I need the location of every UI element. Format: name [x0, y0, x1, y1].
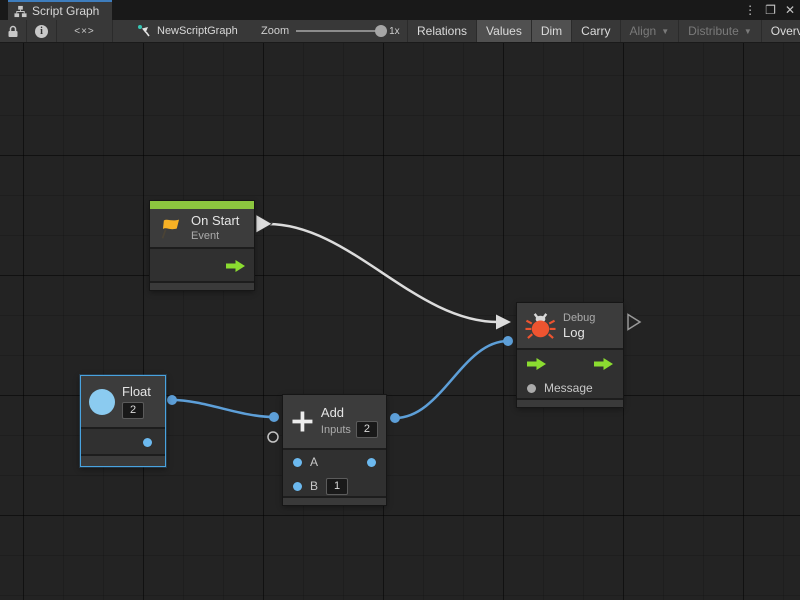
- port-b-value-field[interactable]: 1: [326, 478, 348, 495]
- graph-name: NewScriptGraph: [157, 25, 238, 37]
- node-footer: [81, 454, 165, 466]
- wires-layer: [0, 43, 800, 600]
- value-output-port[interactable]: [143, 438, 152, 447]
- tab-title: Script Graph: [32, 4, 99, 18]
- port-a-label: A: [310, 455, 318, 469]
- lock-button[interactable]: [0, 20, 27, 42]
- port-b-label: B: [310, 479, 318, 493]
- graph-canvas[interactable]: On Start Event Float 2: [0, 43, 800, 600]
- event-accent-bar: [150, 201, 254, 209]
- float-value-field[interactable]: 2: [122, 402, 144, 419]
- value-wire-add-to-log[interactable]: [395, 341, 508, 418]
- node-ports: [81, 427, 165, 454]
- bug-icon: [525, 310, 556, 341]
- input-port-a[interactable]: [293, 458, 302, 467]
- menu-icon[interactable]: ⋮: [744, 0, 756, 20]
- info-icon: i: [35, 25, 48, 38]
- zoom-label: Zoom: [261, 25, 289, 37]
- graph-name-group[interactable]: NewScriptGraph: [113, 20, 261, 42]
- unconnected-flow-triangle[interactable]: [628, 315, 640, 330]
- close-icon[interactable]: ✕: [785, 0, 795, 20]
- flow-input-port[interactable]: [527, 358, 546, 370]
- values-button[interactable]: Values: [477, 20, 532, 42]
- wire-endpoint-dot[interactable]: [167, 395, 177, 405]
- chevron-down-icon: ▼: [744, 27, 752, 36]
- graph-pointer-icon: [137, 24, 151, 38]
- zoom-value: 1x: [389, 26, 400, 37]
- node-header[interactable]: On Start Event: [150, 209, 254, 247]
- title-bar: Script Graph ⋮ ❐ ✕: [0, 0, 800, 20]
- node-surtitle: Debug: [563, 311, 595, 325]
- node-ports: Message: [517, 348, 623, 398]
- graph-hierarchy-icon: [14, 5, 27, 18]
- distribute-dropdown[interactable]: Distribute ▼: [679, 20, 762, 42]
- carry-button[interactable]: Carry: [572, 20, 620, 42]
- node-title: Log: [563, 325, 595, 341]
- node-ports: A B 1: [283, 448, 386, 496]
- message-label: Message: [544, 381, 593, 395]
- relations-label: Relations: [417, 24, 467, 38]
- overview-label: Overview: [771, 24, 800, 38]
- flow-wire-end-arrow-icon[interactable]: [496, 315, 511, 330]
- relations-button[interactable]: Relations: [408, 20, 477, 42]
- node-header[interactable]: Add Inputs 2: [283, 395, 386, 448]
- maximize-icon[interactable]: ❐: [765, 0, 776, 20]
- node-add[interactable]: Add Inputs 2 A B 1: [283, 395, 386, 505]
- dim-button[interactable]: Dim: [532, 20, 572, 42]
- dim-label: Dim: [541, 24, 562, 38]
- flow-output-port[interactable]: [594, 358, 613, 370]
- chevron-down-icon: ▼: [661, 27, 669, 36]
- wire-endpoint-dot[interactable]: [269, 412, 279, 422]
- float-type-icon: [89, 389, 115, 415]
- node-header[interactable]: Float 2: [81, 376, 165, 427]
- wire-endpoint-dot[interactable]: [503, 336, 513, 346]
- node-ports: [150, 247, 254, 281]
- align-label: Align: [630, 24, 657, 38]
- script-graph-window: Script Graph ⋮ ❐ ✕ i <×> NewScr: [0, 0, 800, 600]
- node-footer: [150, 281, 254, 290]
- carry-label: Carry: [581, 24, 610, 38]
- code-icon: <×>: [74, 26, 95, 37]
- flag-icon: [158, 216, 184, 241]
- inputs-label: Inputs: [321, 423, 351, 437]
- overview-button[interactable]: Overview: [762, 20, 800, 42]
- lock-icon: [7, 25, 19, 38]
- zoom-slider[interactable]: [296, 30, 382, 32]
- info-button[interactable]: i: [27, 20, 57, 42]
- flow-row: [517, 352, 623, 376]
- unconnected-port-circle[interactable]: [268, 432, 278, 442]
- input-port-b[interactable]: [293, 482, 302, 491]
- toolbar-buttons: Relations Values Dim Carry Align ▼ Distri…: [408, 20, 800, 42]
- code-view-button[interactable]: <×>: [57, 20, 113, 42]
- node-title: Add: [321, 405, 378, 421]
- node-title: On Start: [191, 213, 239, 229]
- align-dropdown[interactable]: Align ▼: [621, 20, 680, 42]
- inputs-count-field[interactable]: 2: [356, 421, 378, 438]
- node-float[interactable]: Float 2: [80, 375, 166, 467]
- distribute-label: Distribute: [688, 24, 739, 38]
- window-controls: ⋮ ❐ ✕: [744, 0, 795, 20]
- node-subtitle: Event: [191, 229, 239, 243]
- values-label: Values: [486, 24, 522, 38]
- zoom-control: Zoom 1x: [261, 20, 408, 42]
- value-wire-float-to-add[interactable]: [172, 400, 274, 417]
- plus-icon: [291, 407, 314, 436]
- flow-wire-onstart-to-log[interactable]: [268, 224, 498, 322]
- tab-script-graph[interactable]: Script Graph: [8, 0, 112, 20]
- flow-wire-start-arrow-icon[interactable]: [256, 215, 272, 234]
- graph-toolbar: i <×> NewScriptGraph Zoom 1x Relations V…: [0, 20, 800, 43]
- message-row: Message: [517, 376, 623, 400]
- flow-output-port[interactable]: [226, 260, 245, 272]
- sum-output-port[interactable]: [367, 458, 376, 467]
- wire-endpoint-dot[interactable]: [390, 413, 400, 423]
- port-row-a: A: [283, 450, 386, 474]
- node-header[interactable]: Debug Log: [517, 303, 623, 348]
- node-title: Float: [122, 384, 151, 400]
- node-on-start[interactable]: On Start Event: [150, 201, 254, 290]
- zoom-slider-handle[interactable]: [375, 25, 387, 37]
- node-debug-log[interactable]: Debug Log Message: [517, 303, 623, 407]
- message-input-port[interactable]: [527, 384, 536, 393]
- port-row-b: B 1: [283, 474, 386, 498]
